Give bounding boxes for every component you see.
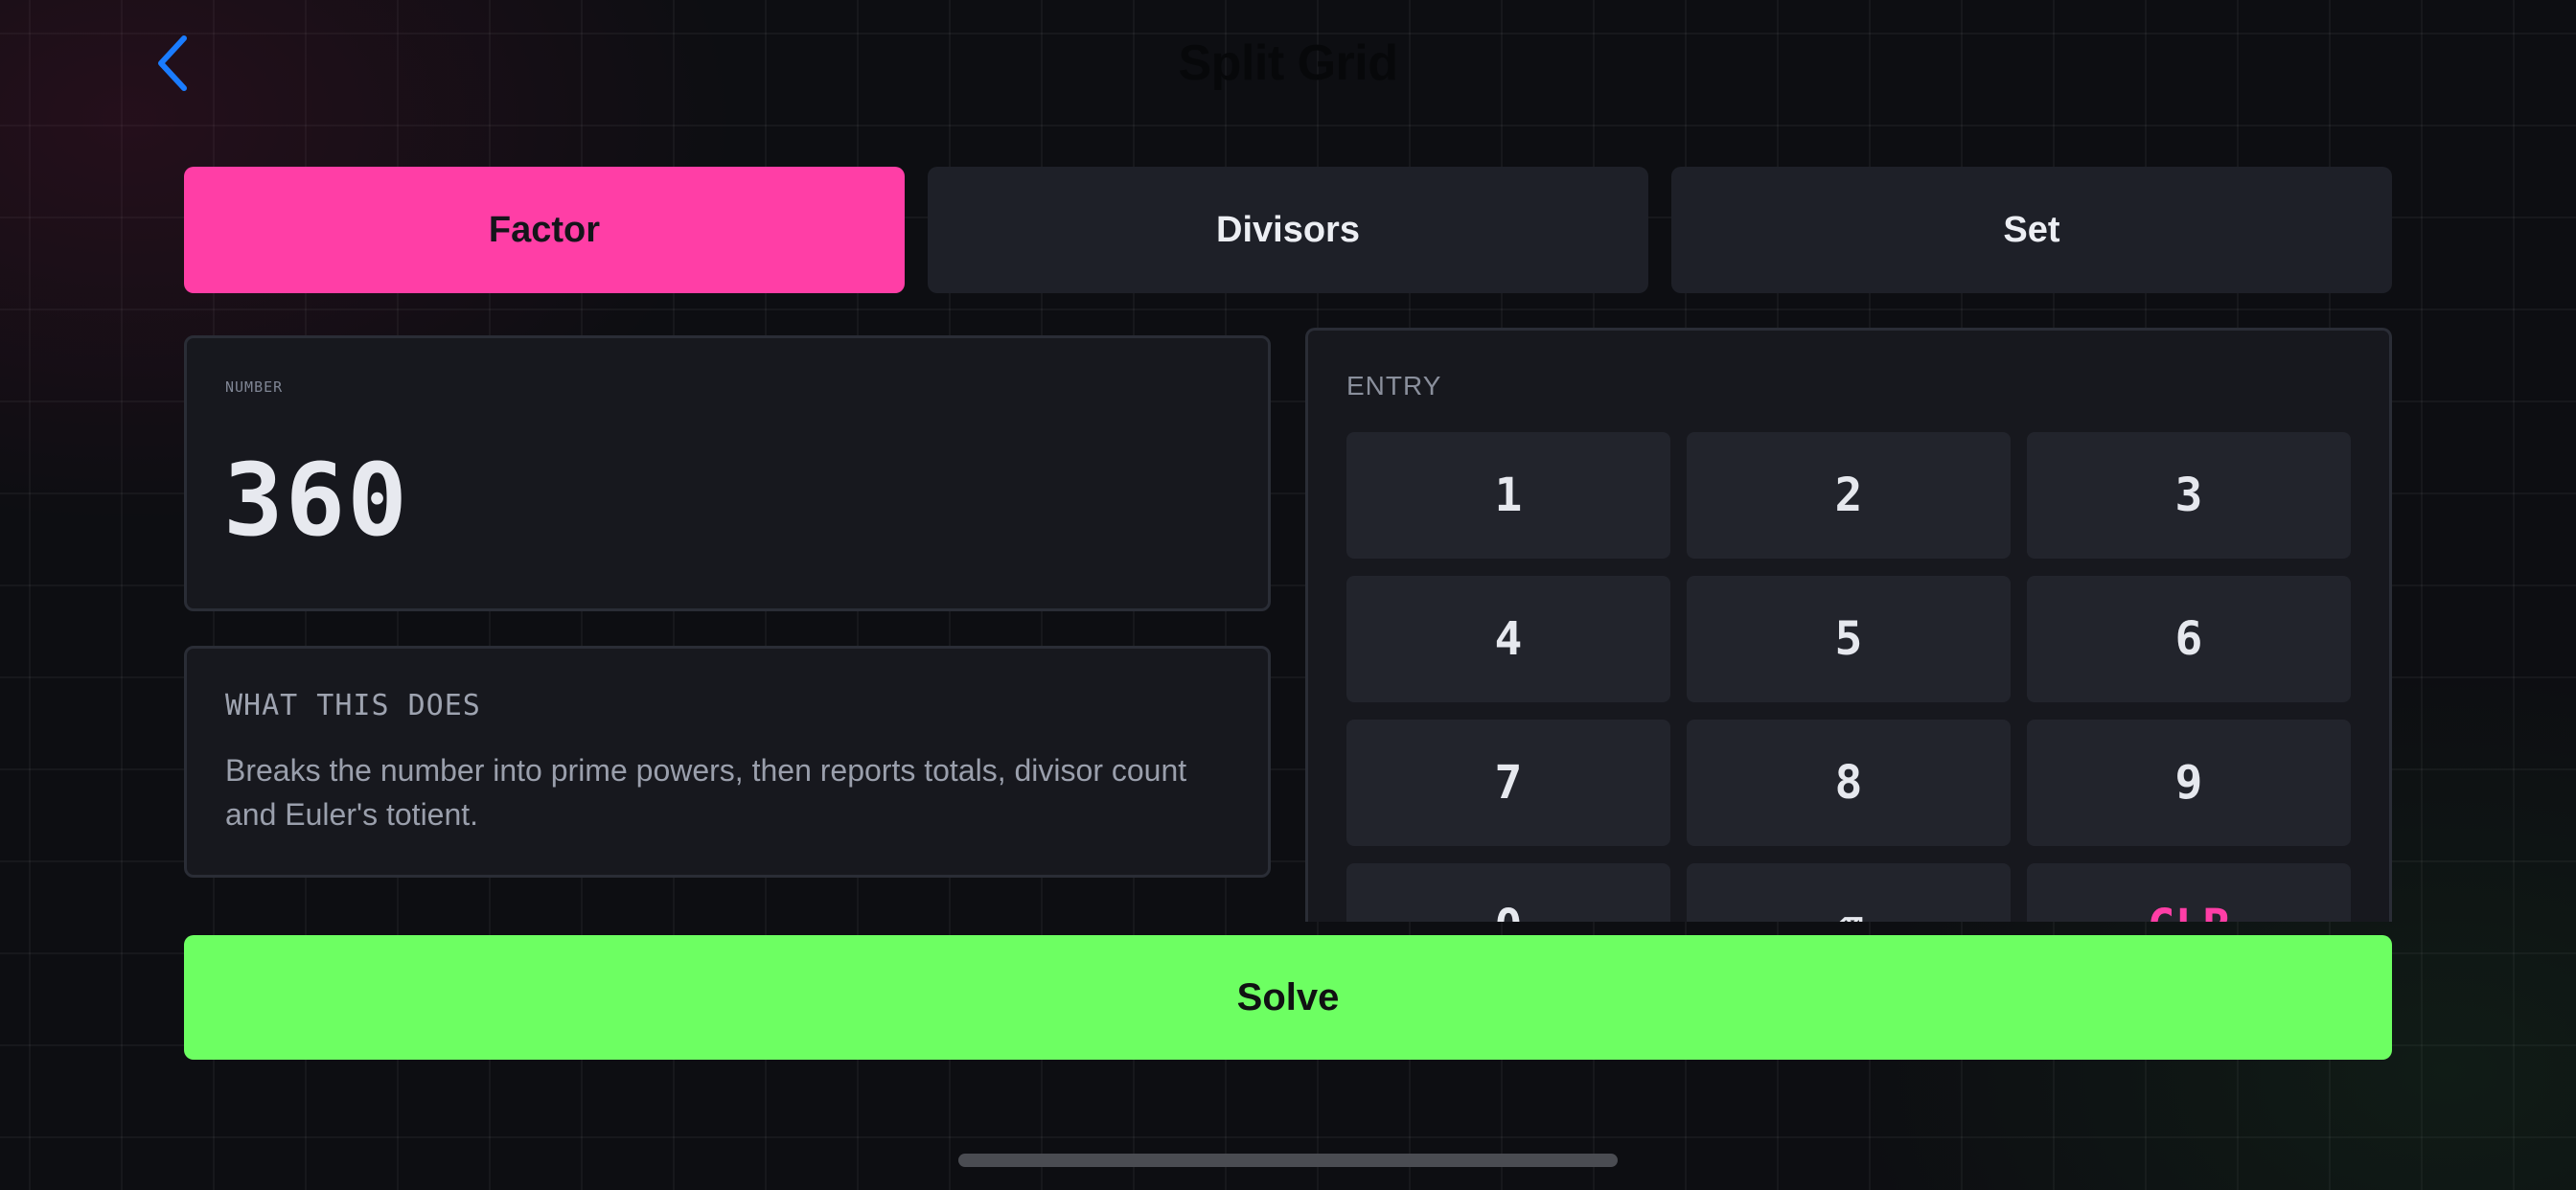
key-4[interactable]: 4 bbox=[1346, 576, 1670, 702]
key-3[interactable]: 3 bbox=[2027, 432, 2351, 559]
key-7[interactable]: 7 bbox=[1346, 720, 1670, 846]
home-indicator[interactable] bbox=[958, 1154, 1618, 1167]
info-card: WHAT THIS DOES Breaks the number into pr… bbox=[184, 646, 1271, 878]
key-5[interactable]: 5 bbox=[1687, 576, 2011, 702]
key-9[interactable]: 9 bbox=[2027, 720, 2351, 846]
number-label: NUMBER bbox=[225, 378, 284, 396]
tab-factor[interactable]: Factor bbox=[184, 167, 905, 293]
key-6[interactable]: 6 bbox=[2027, 576, 2351, 702]
tab-set[interactable]: Set bbox=[1671, 167, 2392, 293]
backspace-key[interactable]: ⌫ bbox=[1687, 863, 2011, 922]
solve-button[interactable]: Solve bbox=[184, 935, 2392, 1060]
key-2[interactable]: 2 bbox=[1687, 432, 2011, 559]
keypad-grid: 1 2 3 4 5 6 7 8 9 0 ⌫ CLR bbox=[1346, 432, 2351, 922]
key-0[interactable]: 0 bbox=[1346, 863, 1670, 922]
info-heading: WHAT THIS DOES bbox=[225, 689, 481, 722]
tab-divisors[interactable]: Divisors bbox=[928, 167, 1648, 293]
info-description: Breaks the number into prime powers, the… bbox=[225, 753, 1187, 832]
key-1[interactable]: 1 bbox=[1346, 432, 1670, 559]
number-display-card: NUMBER 360 bbox=[184, 335, 1271, 611]
keypad-label: ENTRY bbox=[1346, 371, 1442, 400]
keypad-card: ENTRY 1 2 3 4 5 6 7 8 9 0 ⌫ CLR bbox=[1305, 328, 2392, 922]
clear-key[interactable]: CLR bbox=[2027, 863, 2351, 922]
page-title: Split Grid bbox=[1178, 35, 1399, 91]
key-8[interactable]: 8 bbox=[1687, 720, 2011, 846]
mode-tabs: Factor Divisors Set bbox=[184, 167, 2392, 293]
number-value: 360 bbox=[223, 442, 409, 559]
